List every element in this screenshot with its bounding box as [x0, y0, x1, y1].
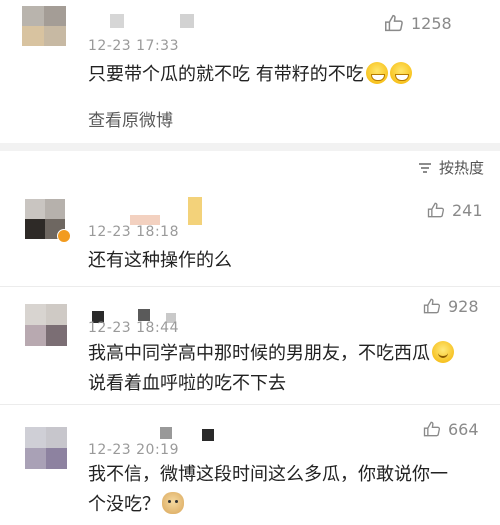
like-button[interactable]: 664 [422, 419, 479, 439]
like-count: 664 [448, 419, 479, 439]
comment-text: 我不信，微博这段时间这么多瓜，你敢说你一 [88, 464, 448, 485]
grin-emoji-icon [365, 62, 388, 84]
view-original-link[interactable]: 查看原微博 [88, 106, 173, 131]
list-item: 12-23 20:19 664 我不信，微博这段时间这么多瓜，你敢说你一 个没吃… [0, 405, 500, 525]
avatar[interactable] [25, 304, 67, 346]
like-count: 1258 [411, 13, 452, 33]
username[interactable] [130, 197, 202, 225]
verified-badge-icon [57, 229, 71, 243]
smile-emoji-icon [432, 341, 454, 363]
like-button[interactable]: 241 [426, 200, 483, 220]
comment-text: 说看着血呼啦的吃不下去 [88, 373, 286, 394]
sort-bar: 按热度 [0, 151, 500, 181]
sort-by-hot-button[interactable]: 按热度 [417, 157, 484, 178]
avatar[interactable] [22, 6, 66, 46]
comment-text: 还有这种操作的么 [88, 250, 232, 271]
sort-icon [418, 162, 431, 173]
comment-time: 12-23 18:44 [88, 320, 179, 336]
like-button[interactable]: 928 [422, 296, 479, 316]
sort-label: 按热度 [438, 159, 484, 177]
section-divider [0, 143, 500, 151]
comment-time: 12-23 18:18 [88, 224, 179, 240]
list-item: 12-23 18:18 241 还有这种操作的么 [0, 181, 500, 286]
comment-time: 12-23 17:33 [88, 38, 179, 54]
thumbs-up-icon [385, 14, 403, 32]
avatar[interactable] [25, 427, 67, 469]
grin-emoji-icon [389, 62, 412, 84]
username[interactable] [110, 14, 204, 28]
comment-text: 个没吃？ [88, 490, 184, 520]
thumbs-up-icon [427, 202, 445, 218]
comment-text: 只要带个瓜的就不吃 有带籽的不吃 [88, 60, 412, 90]
thumbs-up-icon [423, 298, 441, 314]
like-count: 241 [452, 200, 483, 220]
doge-emoji-icon [162, 492, 184, 514]
comment-text: 我高中同学高中那时候的男朋友，不吃西瓜 [88, 339, 454, 369]
comment-time: 12-23 20:19 [88, 442, 179, 458]
username[interactable] [160, 427, 216, 443]
list-item: 12-23 18:44 928 我高中同学高中那时候的男朋友，不吃西瓜 说看着血… [0, 287, 500, 404]
thumbs-up-icon [423, 421, 441, 437]
original-comment: 12-23 17:33 1258 只要带个瓜的就不吃 有带籽的不吃 查看原微博 [0, 0, 500, 143]
like-button[interactable]: 1258 [383, 12, 452, 34]
like-count: 928 [448, 296, 479, 316]
